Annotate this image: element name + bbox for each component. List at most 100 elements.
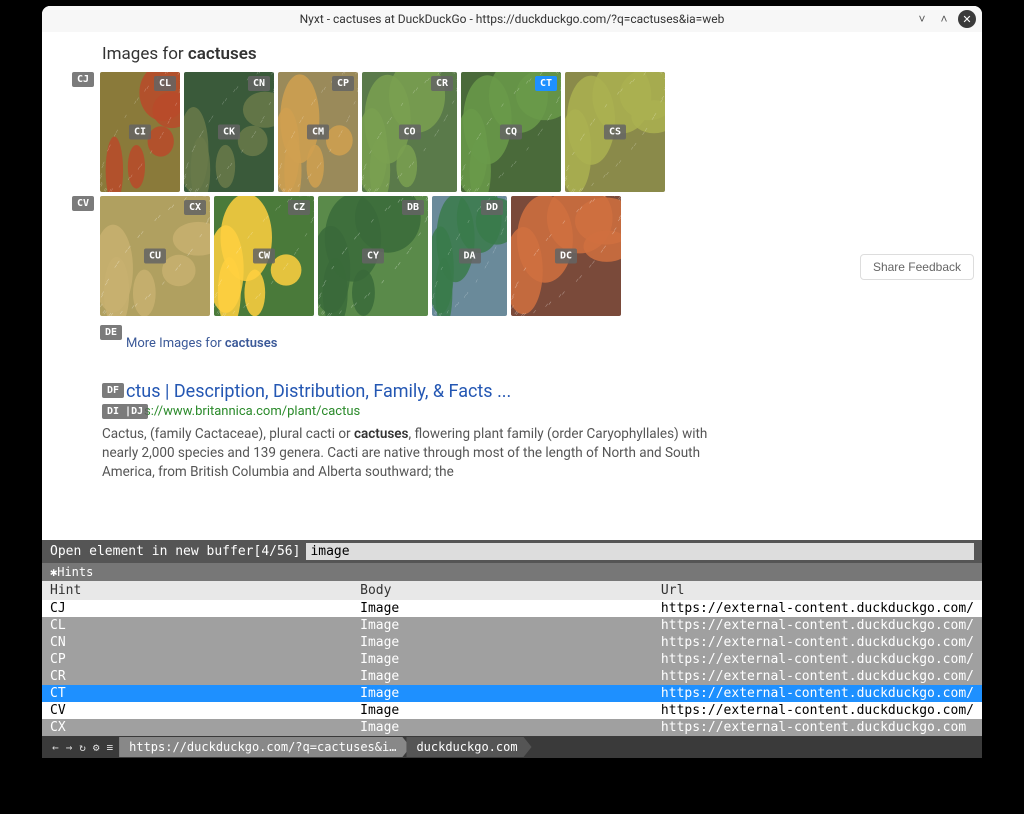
result-snippet: Cactus, (family Cactaceae), plural cacti… (102, 425, 722, 482)
hints-cell-hint: CV (42, 702, 352, 719)
hint-label: CR (431, 76, 453, 91)
result-title[interactable]: DF ctus | Description, Distribution, Fam… (102, 381, 922, 402)
reload-icon[interactable]: ↻ (79, 741, 86, 754)
back-icon[interactable]: ← (52, 741, 59, 754)
window-controls: ˅ ˄ ✕ (914, 10, 976, 28)
result-url-text: s://www.britannica.com/plant/cactus (144, 404, 360, 419)
hints-cell-body: Image (352, 634, 653, 651)
image-thumb[interactable]: CNCK (184, 72, 274, 192)
hints-cell-hint: CL (42, 617, 352, 634)
statusbar-icons: ← → ↻ ⚙ ≡ (42, 741, 123, 754)
hint-label: CJ (72, 72, 94, 87)
hint-label: DF (102, 383, 124, 398)
hints-cell-hint: CR (42, 668, 352, 685)
statusbar: ← → ↻ ⚙ ≡ https://duckduckgo.com/?q=cact… (42, 736, 982, 758)
hints-cell-body: Image (352, 617, 653, 634)
hints-row[interactable]: CVImagehttps://external-content.duckduck… (42, 702, 982, 719)
hints-cell-hint: CJ (42, 600, 352, 617)
search-result: DF ctus | Description, Distribution, Fam… (102, 381, 922, 482)
hints-row[interactable]: CTImagehttps://external-content.duckduck… (42, 685, 982, 702)
hint-label: CX (184, 200, 206, 215)
hints-cell-body: Image (352, 651, 653, 668)
images-heading-term: cactuses (188, 44, 257, 64)
hints-cell-body: Image (352, 702, 653, 719)
hints-table: Hint Body Url CJImagehttps://external-co… (42, 581, 982, 736)
content-area: Images for cactuses CJ CLCICNCKCPCMCRCOC… (42, 32, 982, 540)
hint-label: CL (154, 76, 176, 91)
hints-cell-url: https://external-content.duckduckgo.com/ (653, 600, 982, 617)
close-button[interactable]: ✕ (958, 10, 976, 28)
hints-row[interactable]: CJImagehttps://external-content.duckduck… (42, 600, 982, 617)
image-thumb[interactable]: DC (511, 196, 621, 316)
hint-label: CM (307, 125, 329, 140)
image-thumb[interactable]: CS (565, 72, 665, 192)
maximize-button[interactable]: ˄ (936, 11, 952, 27)
hint-label: CZ (288, 200, 310, 215)
window-title: Nyxt - cactuses at DuckDuckGo - https://… (300, 12, 725, 26)
minibuffer-prompt: Open element in new buffer[4/56] (50, 544, 300, 559)
gear-icon[interactable]: ⚙ (93, 741, 100, 754)
hint-label: CU (144, 249, 166, 264)
hint-label: CQ (500, 125, 522, 140)
menu-icon[interactable]: ≡ (107, 741, 114, 754)
image-thumb[interactable]: CR CO (362, 72, 457, 192)
hints-cell-hint: CN (42, 634, 352, 651)
more-images-link[interactable]: More Images for cactuses (126, 336, 277, 351)
hints-cell-body: Image (352, 668, 653, 685)
app-window: Nyxt - cactuses at DuckDuckGo - https://… (42, 6, 982, 758)
hint-label: CS (604, 125, 626, 140)
hint-label: CP (332, 76, 354, 91)
minibuffer-input[interactable] (306, 543, 974, 560)
hints-col-url: Url (653, 581, 982, 600)
image-thumb[interactable]: CZ CW (214, 196, 314, 316)
hints-cell-url: https://external-content.duckduckgo.com/ (653, 685, 982, 702)
hint-label: CY (362, 249, 384, 264)
result-url[interactable]: DI |DJ s://www.britannica.com/plant/cact… (102, 404, 922, 419)
image-thumb[interactable]: CT CQ (461, 72, 561, 192)
image-row-1: CJ CLCICNCKCPCMCRCOCTCQCS (100, 72, 922, 192)
hints-col-hint: Hint (42, 581, 352, 600)
hints-cell-url: https://external-content.duckduckgo.com/ (653, 634, 982, 651)
hint-label: CW (253, 249, 275, 264)
hints-row[interactable]: CRImagehttps://external-content.duckduck… (42, 668, 982, 685)
hint-label: CI (129, 125, 151, 140)
statusbar-domain[interactable]: duckduckgo.com (406, 737, 531, 757)
minibuffer: Open element in new buffer[4/56] (42, 540, 982, 563)
result-title-text: ctus | Description, Distribution, Family… (126, 381, 511, 402)
titlebar: Nyxt - cactuses at DuckDuckGo - https://… (42, 6, 982, 32)
image-thumb[interactable]: CX CU (100, 196, 210, 316)
image-thumb[interactable]: DB CY (318, 196, 428, 316)
hint-label: CK (218, 125, 240, 140)
image-thumb[interactable]: CP CM (278, 72, 358, 192)
forward-icon[interactable]: → (66, 741, 73, 754)
hint-label: DD (481, 200, 503, 215)
hint-label: CT (535, 76, 557, 91)
hints-cell-body: Image (352, 719, 653, 736)
hints-row[interactable]: CNImagehttps://external-content.duckduck… (42, 634, 982, 651)
hints-panel: ✱Hints Hint Body Url CJImagehttps://exte… (42, 563, 982, 736)
image-row-2: CV CXCUCZCWDBCYDDDADC (100, 196, 922, 316)
share-feedback-button[interactable]: Share Feedback (860, 254, 974, 280)
hints-row[interactable]: CPImagehttps://external-content.duckduck… (42, 651, 982, 668)
hints-cell-url: https://external-content.duckduckgo.com/ (653, 617, 982, 634)
statusbar-url[interactable]: https://duckduckgo.com/?q=cactuses&i… (119, 737, 410, 757)
hint-label: CV (72, 196, 94, 211)
hint-label: CO (398, 125, 420, 140)
image-thumb[interactable]: DDDA (432, 196, 507, 316)
hints-panel-title: ✱Hints (42, 563, 982, 581)
image-thumb[interactable]: CL CI (100, 72, 180, 192)
hint-label: DB (402, 200, 424, 215)
hints-row[interactable]: CXImagehttps://external-content.duckduck… (42, 719, 982, 736)
hints-cell-hint: CP (42, 651, 352, 668)
hint-label: DI |DJ (102, 404, 148, 419)
hints-cell-url: https://external-content.duckduckgo.com/ (653, 651, 982, 668)
more-images-prefix: More Images for (126, 336, 225, 351)
images-heading-prefix: Images for (102, 44, 188, 64)
hints-cell-body: Image (352, 685, 653, 702)
images-heading: Images for cactuses (102, 44, 922, 64)
hints-cell-hint: CX (42, 719, 352, 736)
hints-row[interactable]: CLImagehttps://external-content.duckduck… (42, 617, 982, 634)
minimize-button[interactable]: ˅ (914, 11, 930, 27)
hints-cell-url: https://external-content.duckduckgo.com/ (653, 702, 982, 719)
hints-cell-body: Image (352, 600, 653, 617)
